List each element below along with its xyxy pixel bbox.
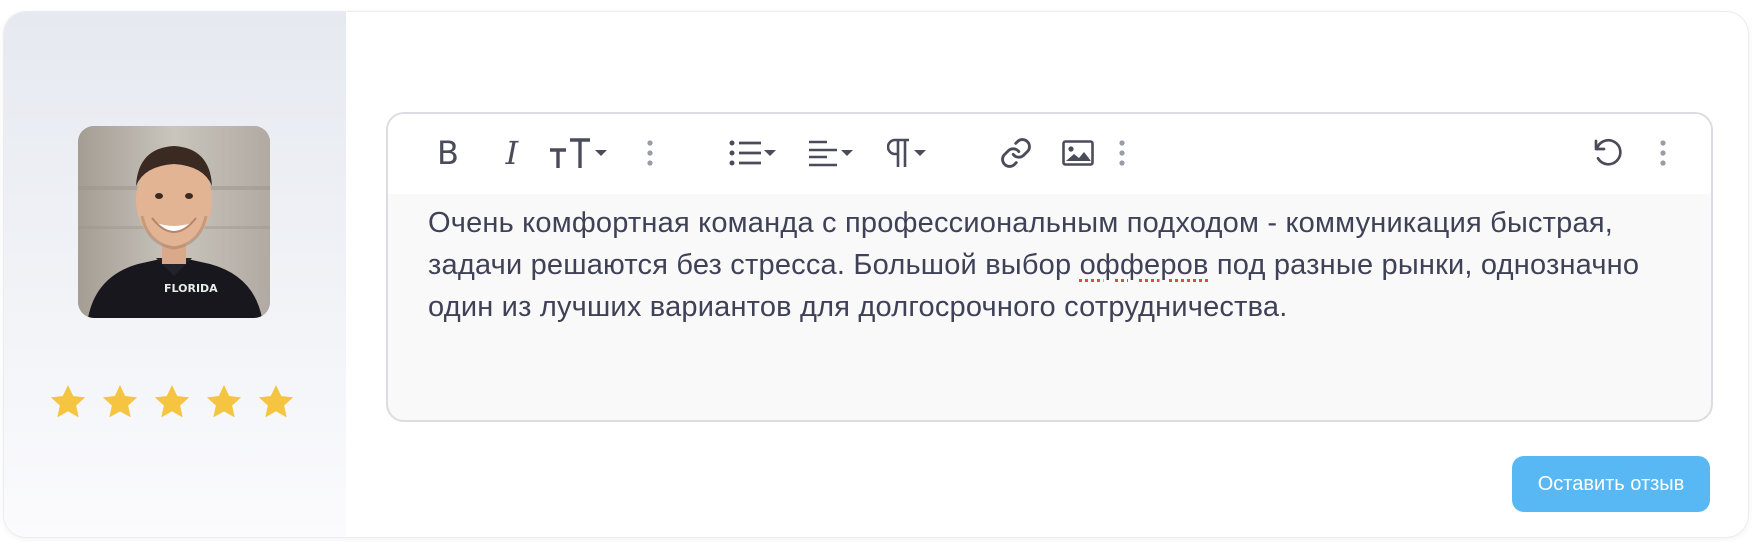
chevron-down-icon — [763, 150, 776, 156]
more-options-button[interactable] — [640, 132, 660, 174]
shirt-logo-text: FLORIDA — [164, 282, 218, 295]
editor-toolbar: B I — [388, 114, 1711, 194]
submit-review-button[interactable]: Оставить отзыв — [1512, 456, 1710, 512]
more-options-button[interactable] — [1112, 132, 1132, 174]
text-size-icon — [549, 138, 590, 168]
italic-icon: I — [505, 134, 519, 172]
star-icon[interactable] — [100, 382, 140, 422]
chevron-down-icon — [913, 150, 926, 156]
review-card: FLORIDA B I Очень комфортная команда с п… — [4, 12, 1748, 537]
bold-icon: B — [437, 134, 459, 172]
chevron-down-icon — [840, 150, 853, 156]
link-icon — [1001, 138, 1031, 168]
italic-button[interactable]: I — [494, 132, 530, 174]
star-icon[interactable] — [256, 382, 296, 422]
bold-button[interactable]: B — [428, 132, 468, 174]
star-icon[interactable] — [204, 382, 244, 422]
rating-stars[interactable] — [48, 382, 296, 422]
paragraph-format-dropdown[interactable] — [878, 132, 934, 174]
text-size-dropdown[interactable] — [544, 132, 610, 174]
image-icon — [1062, 140, 1094, 166]
reviewer-panel: FLORIDA — [4, 12, 346, 537]
undo-button[interactable] — [1588, 132, 1628, 174]
align-dropdown[interactable] — [799, 132, 861, 174]
star-icon[interactable] — [152, 382, 192, 422]
more-icon — [647, 140, 653, 166]
avatar: FLORIDA — [78, 126, 270, 318]
more-options-button[interactable] — [1653, 132, 1673, 174]
review-text-area[interactable]: Очень комфортная команда с профессиональ… — [428, 202, 1678, 328]
align-left-icon — [808, 140, 837, 167]
star-icon[interactable] — [48, 382, 88, 422]
misspelled-word: офферов — [1079, 249, 1209, 281]
bulleted-list-icon — [729, 140, 761, 166]
more-icon — [1660, 140, 1666, 166]
chevron-down-icon — [594, 150, 607, 156]
undo-icon — [1594, 138, 1622, 166]
insert-image-button[interactable] — [1058, 132, 1098, 174]
paragraph-icon — [886, 138, 909, 167]
rich-text-editor[interactable]: B I Очень комфортная команда с профессио… — [386, 112, 1713, 422]
more-icon — [1119, 140, 1125, 166]
list-dropdown[interactable] — [721, 132, 783, 174]
insert-link-button[interactable] — [996, 132, 1036, 174]
